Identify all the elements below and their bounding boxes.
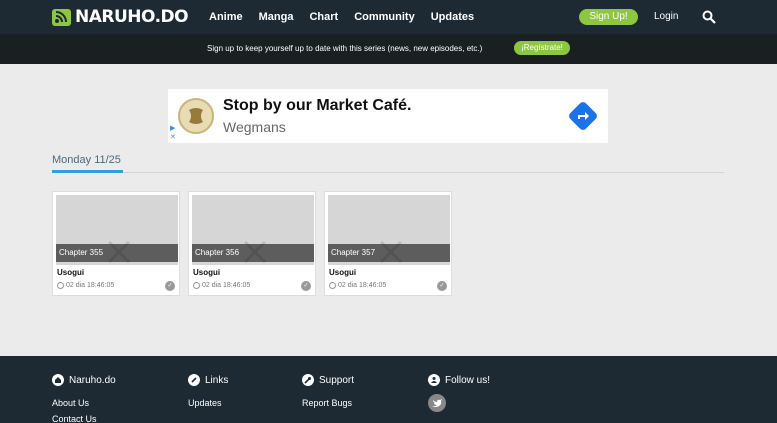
card-title[interactable]: Usogui [329,268,356,277]
footer-link-report-bugs[interactable]: Report Bugs [302,398,354,408]
ad-brand-logo [178,98,214,134]
rss-logo-icon [52,8,71,26]
footer-col-support: Support Report Bugs [302,374,354,408]
footer-col-links: Links Updates [188,374,228,408]
clock-icon [193,282,200,289]
section-divider [52,172,724,173]
card-time: 02 dia 18:46:05 [57,282,114,289]
main-nav: Anime Manga Chart Community Updates [209,0,490,34]
footer-link-contact[interactable]: Contact Us [52,414,116,423]
card-time-text: 02 dia 18:46:05 [338,282,387,289]
footer-heading: Naruho.do [52,374,116,386]
ad-subtitle: Wegmans [223,119,286,135]
card-time-text: 02 dia 18:46:05 [202,282,251,289]
register-button[interactable]: ¡Regístrate! [514,41,570,55]
site-footer: Naruho.do About Us Contact Us Links Upda… [0,356,777,423]
wrench-icon [302,374,314,386]
users-icon [428,374,440,386]
ad-close-icon[interactable]: ✕ [170,133,176,141]
card-chapter-label: Chapter 356 [192,244,314,262]
nav-anime[interactable]: Anime [209,11,243,23]
footer-heading: Support [302,374,354,386]
login-link[interactable]: Login [654,11,678,22]
card-title[interactable]: Usogui [193,268,220,277]
search-icon[interactable] [702,10,716,29]
home-icon [52,374,64,386]
ad-arrow-icon[interactable] [568,101,598,131]
footer-heading-text: Links [205,374,229,386]
ad-title: Stop by our Market Café. [223,97,412,114]
clock-icon [57,282,64,289]
footer-heading: Links [188,374,228,386]
card-chapter-label: Chapter 357 [328,244,450,262]
check-icon[interactable]: ✓ [165,281,175,291]
footer-heading-text: Naruho.do [69,374,116,386]
nav-manga[interactable]: Manga [259,11,294,23]
top-navbar: NARUHO.DO Anime Manga Chart Community Up… [0,0,777,34]
section-date: Monday 11/25 [52,154,121,166]
card-time: 02 dia 18:46:05 [193,282,250,289]
nav-updates[interactable]: Updates [431,11,474,23]
link-icon [188,374,200,386]
check-icon[interactable]: ✓ [437,281,447,291]
card-time: 02 dia 18:46:05 [329,282,386,289]
logo-text: NARUHO.DO [75,7,189,27]
check-icon[interactable]: ✓ [301,281,311,291]
signup-button[interactable]: Sign Up! [579,9,638,25]
card-chapter-label: Chapter 355 [56,244,178,262]
chapter-card[interactable]: Chapter 355 Usogui 02 dia 18:46:05 ✓ [52,191,180,296]
footer-heading: Follow us! [428,374,490,386]
chapter-card[interactable]: Chapter 356 Usogui 02 dia 18:46:05 ✓ [188,191,316,296]
footer-col-naruhodo: Naruho.do About Us Contact Us [52,374,116,423]
footer-heading-text: Support [319,374,355,386]
card-time-text: 02 dia 18:46:05 [66,282,115,289]
clock-icon [329,282,336,289]
footer-link-about[interactable]: About Us [52,398,116,408]
ad-choices-icon[interactable]: ▶ [170,124,175,132]
site-logo[interactable]: NARUHO.DO [52,7,189,27]
footer-link-updates[interactable]: Updates [188,398,228,408]
footer-heading-text: Follow us! [445,374,491,386]
twitter-icon[interactable] [428,394,446,412]
footer-col-follow: Follow us! [428,374,490,412]
signup-banner-text: Sign up to keep yourself up to date with… [207,44,483,53]
signup-banner: Sign up to keep yourself up to date with… [0,34,777,64]
chapter-card[interactable]: Chapter 357 Usogui 02 dia 18:46:05 ✓ [324,191,452,296]
ad-banner[interactable]: Stop by our Market Café. Wegmans ▶ ✕ [168,89,608,143]
nav-community[interactable]: Community [354,11,415,23]
section-underline [52,170,123,173]
card-title[interactable]: Usogui [57,268,84,277]
nav-chart[interactable]: Chart [309,11,338,23]
